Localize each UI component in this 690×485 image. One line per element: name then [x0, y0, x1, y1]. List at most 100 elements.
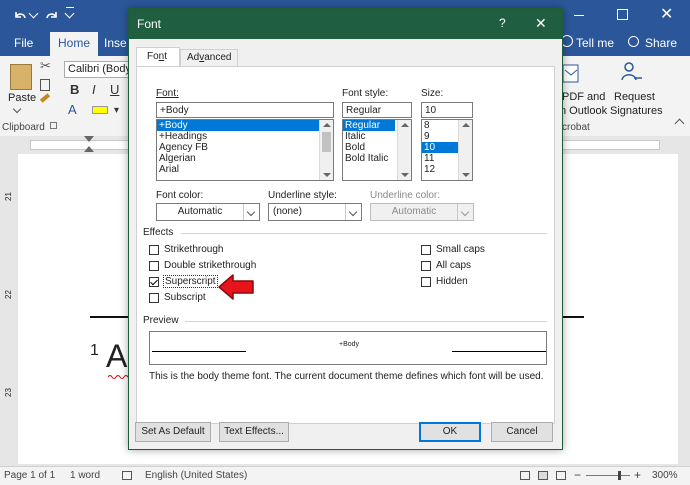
redo-icon[interactable] — [44, 8, 60, 24]
dialog-title-bar[interactable]: Font ? ✕ — [129, 9, 562, 39]
scroll-thumb[interactable] — [322, 132, 331, 152]
superscript-label[interactable]: Superscript — [163, 275, 218, 288]
tell-me-search[interactable]: Tell me — [576, 32, 614, 56]
size-list-scrollbar[interactable] — [458, 120, 472, 180]
zoom-slider-thumb[interactable] — [618, 471, 621, 480]
document-superscript-text[interactable]: 1 — [90, 342, 99, 360]
size-list[interactable]: 8 9 10 11 12 — [421, 119, 473, 181]
font-style-list-scrollbar[interactable] — [397, 120, 411, 180]
zoom-out-button[interactable]: − — [574, 468, 581, 482]
customize-toolbar-chevron-icon[interactable] — [64, 8, 75, 19]
font-list-scrollbar[interactable] — [319, 120, 333, 180]
maximize-icon[interactable] — [617, 9, 628, 20]
double-strikethrough-checkbox[interactable] — [149, 261, 159, 271]
customize-toolbar-icon[interactable] — [66, 7, 74, 8]
help-button[interactable]: ? — [499, 16, 506, 30]
underline-icon[interactable]: U — [110, 82, 119, 97]
scroll-down-icon[interactable] — [462, 173, 470, 177]
hanging-indent-marker[interactable] — [84, 146, 94, 152]
print-layout-icon[interactable] — [538, 471, 548, 480]
undo-icon[interactable] — [12, 8, 28, 24]
font-list-item[interactable]: Agency FB — [157, 142, 333, 153]
tab-file[interactable]: File — [14, 32, 33, 56]
word-count[interactable]: 1 word — [70, 470, 100, 481]
all-caps-label[interactable]: All caps — [436, 260, 471, 271]
pdf-outlook-icon[interactable] — [562, 62, 580, 84]
close-icon[interactable]: ✕ — [660, 4, 673, 24]
ok-button[interactable]: OK — [419, 422, 481, 442]
size-input[interactable]: 10 — [421, 102, 473, 118]
font-style-input[interactable]: Regular — [342, 102, 412, 118]
paste-dropdown-icon[interactable] — [12, 104, 22, 114]
small-caps-label[interactable]: Small caps — [436, 244, 485, 255]
font-list-item[interactable]: Algerian — [157, 153, 333, 164]
scroll-up-icon[interactable] — [323, 123, 331, 127]
strikethrough-label[interactable]: Strikethrough — [164, 244, 223, 255]
clipboard-paste-icon[interactable] — [10, 64, 32, 90]
zoom-in-button[interactable]: + — [634, 468, 641, 482]
tab-advanced[interactable]: Advanced — [180, 49, 238, 67]
zoom-slider[interactable] — [586, 475, 630, 476]
underline-style-dropdown[interactable]: (none) — [268, 203, 362, 221]
undo-dropdown-icon[interactable] — [28, 8, 39, 19]
tab-home[interactable]: Home — [50, 32, 99, 56]
document-text[interactable]: A — [106, 338, 127, 375]
collapse-ribbon-icon[interactable] — [674, 118, 685, 129]
request-signatures-label-2[interactable]: Signatures — [610, 105, 663, 117]
cut-icon[interactable]: ✂ — [40, 58, 51, 74]
strikethrough-checkbox[interactable] — [149, 245, 159, 255]
minimize-icon[interactable] — [574, 15, 584, 16]
tab-insert[interactable]: Inse — [104, 32, 127, 56]
dialog-close-button[interactable]: ✕ — [535, 15, 547, 32]
font-input[interactable]: +Body — [156, 102, 334, 118]
font-list[interactable]: +Body +Headings Agency FB Algerian Arial — [156, 119, 334, 181]
zoom-level[interactable]: 300% — [652, 470, 678, 481]
cancel-button[interactable]: Cancel — [491, 422, 553, 442]
underline-color-dropdown[interactable]: Automatic — [370, 203, 474, 221]
first-line-indent-marker[interactable] — [84, 136, 94, 142]
page-count[interactable]: Page 1 of 1 — [4, 470, 55, 481]
text-effects-icon[interactable]: A — [68, 102, 77, 117]
read-mode-icon[interactable] — [520, 471, 530, 480]
hidden-label[interactable]: Hidden — [436, 276, 468, 287]
share-person-icon[interactable] — [628, 36, 639, 47]
small-caps-checkbox[interactable] — [421, 245, 431, 255]
scroll-up-icon[interactable] — [462, 123, 470, 127]
highlight-color-icon[interactable] — [92, 106, 108, 114]
pdf-outlook-label-1[interactable]: PDF and — [562, 91, 605, 103]
set-as-default-button[interactable]: Set As Default — [135, 422, 211, 442]
format-painter-icon[interactable] — [39, 93, 51, 103]
all-caps-checkbox[interactable] — [421, 261, 431, 271]
tab-font[interactable]: Font — [136, 47, 180, 67]
font-list-item[interactable]: +Body — [157, 120, 319, 131]
font-color-dropdown[interactable]: Automatic — [156, 203, 260, 221]
proofing-icon[interactable] — [122, 471, 132, 480]
hidden-checkbox[interactable] — [421, 277, 431, 287]
font-list-item[interactable]: +Headings — [157, 131, 333, 142]
font-list-item[interactable]: Arial — [157, 164, 333, 175]
superscript-checkbox[interactable] — [149, 277, 159, 287]
subscript-checkbox[interactable] — [149, 293, 159, 303]
copy-icon[interactable] — [40, 79, 50, 91]
double-strikethrough-label[interactable]: Double strikethrough — [164, 260, 256, 271]
bold-icon[interactable]: B — [70, 82, 79, 97]
font-color-dropdown-icon[interactable]: ▾ — [114, 105, 119, 116]
italic-icon[interactable]: I — [92, 82, 96, 97]
size-list-item[interactable]: 10 — [422, 142, 458, 153]
pdf-outlook-label-2[interactable]: n Outlook — [560, 105, 607, 117]
scroll-up-icon[interactable] — [401, 123, 409, 127]
language-status[interactable]: English (United States) — [145, 470, 247, 481]
text-effects-button[interactable]: Text Effects... — [219, 422, 289, 442]
font-style-list-item[interactable]: Regular — [343, 120, 395, 131]
clipboard-launcher-icon[interactable] — [50, 122, 57, 129]
request-signatures-icon[interactable] — [620, 60, 644, 84]
font-name-box[interactable]: Calibri (Body) — [64, 61, 130, 78]
font-style-list[interactable]: Regular Italic Bold Bold Italic — [342, 119, 412, 181]
scroll-down-icon[interactable] — [401, 173, 409, 177]
share-button[interactable]: Share — [645, 32, 677, 56]
subscript-label[interactable]: Subscript — [164, 292, 206, 303]
paste-label[interactable]: Paste — [8, 92, 36, 104]
request-signatures-label-1[interactable]: Request — [614, 91, 655, 103]
web-layout-icon[interactable] — [556, 471, 566, 480]
scroll-down-icon[interactable] — [323, 173, 331, 177]
